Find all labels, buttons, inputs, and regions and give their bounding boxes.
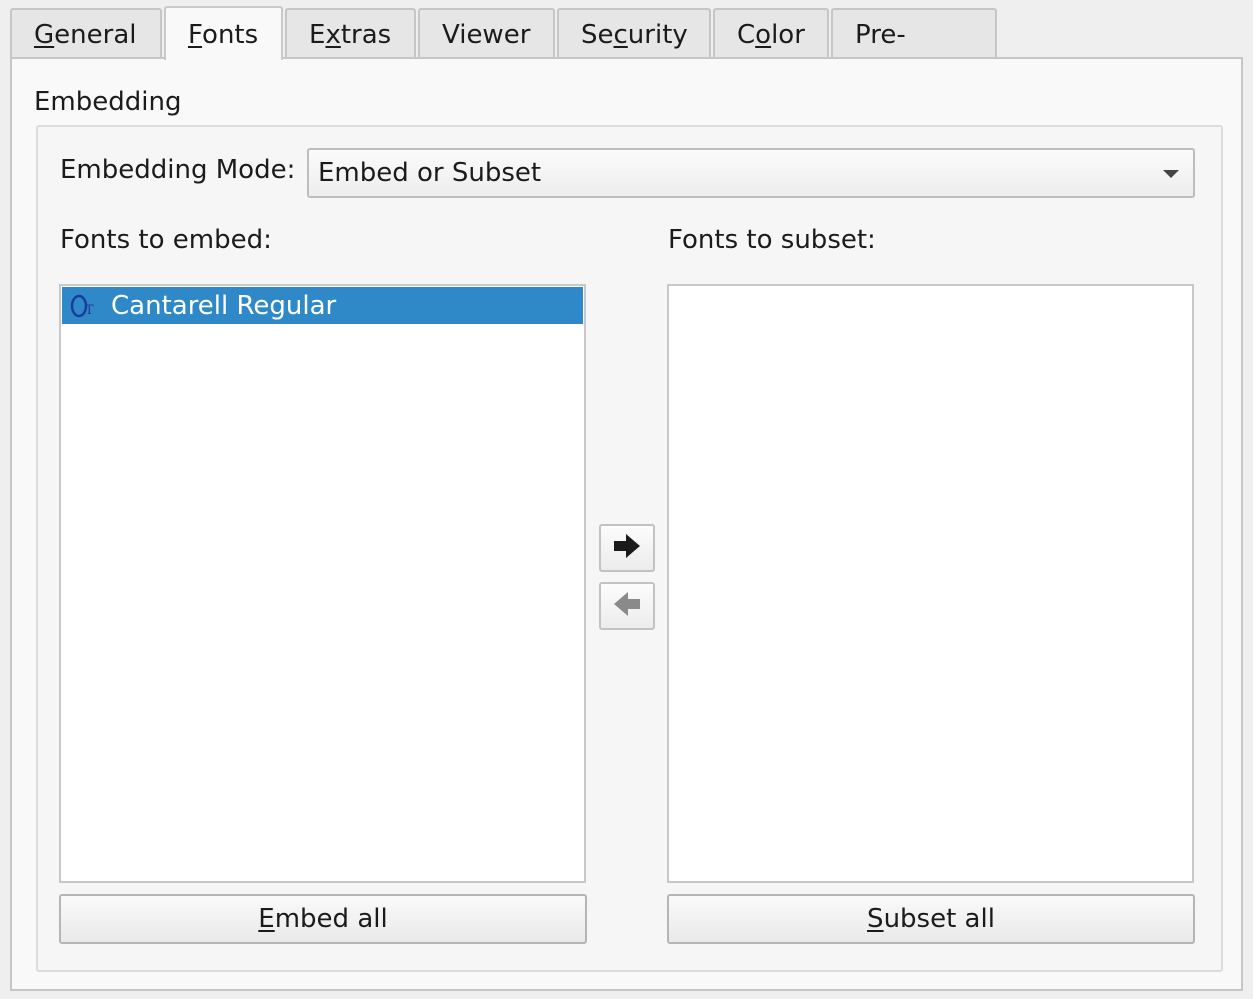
tab-security[interactable]: Security bbox=[557, 8, 711, 58]
list-item[interactable]: T Cantarell Regular bbox=[62, 287, 583, 324]
subset-all-button[interactable]: Subset all bbox=[667, 894, 1195, 944]
chevron-down-icon bbox=[1163, 170, 1179, 178]
tab-color[interactable]: Color bbox=[713, 8, 829, 58]
embedding-mode-dropdown[interactable]: Embed or Subset bbox=[307, 148, 1195, 198]
arrow-left-icon bbox=[612, 590, 642, 622]
section-title-embedding: Embedding bbox=[34, 87, 182, 117]
fonts-to-embed-list[interactable]: T Cantarell Regular bbox=[59, 284, 586, 883]
fonts-to-subset-label: Fonts to subset: bbox=[668, 225, 876, 255]
tab-fonts[interactable]: Fonts bbox=[164, 6, 283, 60]
tab-extras[interactable]: Extras bbox=[285, 8, 416, 58]
tab-general[interactable]: General bbox=[10, 8, 162, 58]
tab-bar: General Fonts Extras Viewer Security Col… bbox=[10, 6, 999, 100]
tab-pre-press[interactable]: Pre-Press bbox=[831, 8, 997, 100]
move-to-subset-button[interactable] bbox=[599, 524, 655, 572]
font-name: Cantarell Regular bbox=[111, 290, 337, 321]
move-to-embed-button[interactable] bbox=[599, 582, 655, 630]
fonts-to-embed-label: Fonts to embed: bbox=[60, 225, 272, 255]
embed-all-button[interactable]: Embed all bbox=[59, 894, 587, 944]
fonts-to-subset-list[interactable] bbox=[667, 284, 1194, 883]
tab-viewer[interactable]: Viewer bbox=[418, 8, 555, 58]
svg-text:T: T bbox=[85, 303, 94, 318]
embedding-mode-label: Embedding Mode: bbox=[60, 155, 296, 185]
embedding-mode-value: Embed or Subset bbox=[318, 158, 542, 188]
arrow-right-icon bbox=[612, 532, 642, 564]
opentype-font-icon: T bbox=[62, 287, 106, 324]
